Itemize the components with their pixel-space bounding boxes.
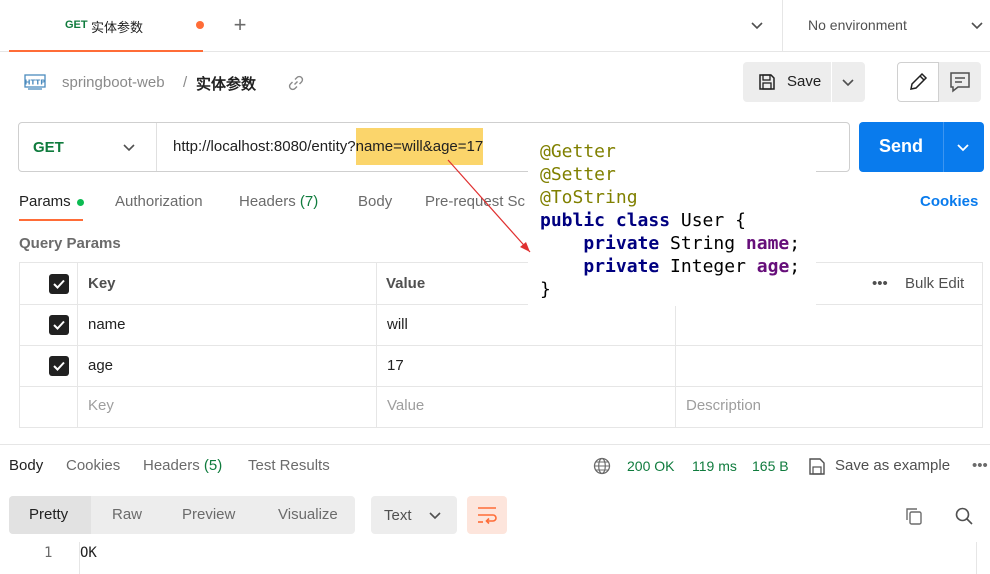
- divider: [0, 444, 990, 445]
- chevron-down-icon: [427, 506, 443, 524]
- response-body-text: OK: [80, 545, 97, 561]
- line-number: 1: [44, 545, 53, 561]
- globe-icon[interactable]: [593, 457, 611, 475]
- response-tab-test-results[interactable]: Test Results: [248, 457, 330, 474]
- save-icon: [808, 456, 826, 476]
- format-select[interactable]: Text: [371, 496, 457, 534]
- response-body-editor[interactable]: [79, 542, 977, 574]
- response-size: 165 B: [752, 458, 789, 474]
- response-tab-headers-label: Headers: [143, 457, 200, 474]
- status-code: 200 OK: [627, 458, 675, 474]
- copy-icon[interactable]: [904, 506, 924, 526]
- response-tab-body[interactable]: Body: [9, 457, 43, 474]
- save-as-example-button[interactable]: Save as example: [835, 457, 950, 474]
- more-icon[interactable]: •••: [972, 457, 988, 474]
- format-label: Text: [384, 507, 412, 524]
- view-raw-button[interactable]: Raw: [112, 506, 142, 523]
- view-preview-button[interactable]: Preview: [182, 506, 235, 523]
- view-visualize-button[interactable]: Visualize: [278, 506, 338, 523]
- response-tab-headers[interactable]: Headers (5): [143, 457, 222, 474]
- view-pretty-label[interactable]: Pretty: [29, 506, 68, 523]
- search-icon[interactable]: [954, 506, 974, 526]
- response-time: 119 ms: [692, 458, 737, 474]
- response-tab-headers-count: (5): [203, 457, 223, 474]
- wrap-lines-button[interactable]: [467, 496, 507, 534]
- annotation-arrow: [447, 159, 531, 253]
- response-tab-cookies[interactable]: Cookies: [66, 457, 120, 474]
